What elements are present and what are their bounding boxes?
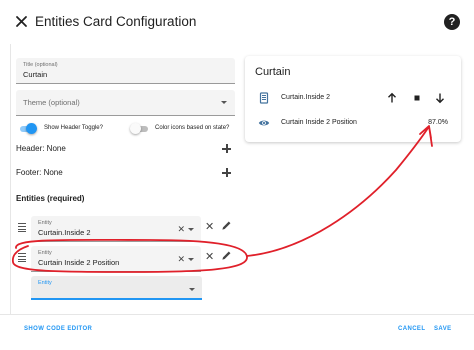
- show-header-toggle-label: Show Header Toggle?: [44, 125, 103, 131]
- new-entity-label: Entity: [38, 280, 52, 286]
- new-entity-picker[interactable]: Entity: [31, 276, 202, 300]
- color-icons-toggle[interactable]: [130, 123, 149, 134]
- add-footer-icon[interactable]: [222, 168, 231, 177]
- window-shutter-icon: [259, 92, 269, 104]
- dialog-title: Entities Card Configuration: [35, 14, 197, 29]
- pencil-icon[interactable]: [221, 220, 232, 231]
- help-circle-icon[interactable]: ?: [444, 14, 460, 30]
- header-label: Header: None: [16, 144, 66, 153]
- arrow-down-icon[interactable]: [434, 92, 446, 104]
- dialog: Entities Card Configuration ? Title (opt…: [0, 0, 474, 350]
- cancel-button[interactable]: CANCEL: [398, 326, 425, 332]
- entity-field[interactable]: Entity Curtain.Inside 2 ✕: [31, 216, 201, 242]
- footer-divider: [0, 314, 474, 315]
- remove-entity-icon[interactable]: ✕: [205, 250, 214, 263]
- chevron-down-icon: [188, 258, 194, 261]
- left-divider: [10, 44, 11, 314]
- preview-card: Curtain Curtain.Inside 2 Curtain Inside …: [245, 56, 461, 142]
- chevron-down-icon: [221, 101, 227, 104]
- close-icon[interactable]: [12, 12, 32, 32]
- preview-row-state: 87.0%: [428, 119, 448, 126]
- arrow-up-icon[interactable]: [386, 92, 398, 104]
- dialog-header: Entities Card Configuration ?: [0, 0, 474, 44]
- toggle-knob: [130, 123, 141, 134]
- pencil-icon[interactable]: [221, 250, 232, 261]
- entity-field-value: Curtain Inside 2 Position: [38, 258, 120, 267]
- chevron-down-icon: [189, 288, 195, 291]
- show-code-editor-button[interactable]: SHOW CODE EDITOR: [24, 326, 92, 332]
- chevron-down-icon: [188, 228, 194, 231]
- entity-field[interactable]: Entity Curtain Inside 2 Position ✕: [31, 246, 201, 272]
- preview-row-name: Curtain.Inside 2: [281, 94, 331, 101]
- clear-icon[interactable]: ✕: [177, 254, 185, 265]
- stop-icon[interactable]: [411, 92, 423, 104]
- add-header-icon[interactable]: [222, 144, 231, 153]
- theme-select-placeholder: Theme (optional): [23, 98, 80, 107]
- entities-title: Entities (required): [16, 194, 85, 203]
- title-field[interactable]: Title (optional) Curtain: [16, 58, 235, 84]
- toggle-knob: [26, 123, 37, 134]
- entity-field-label: Entity: [38, 250, 52, 256]
- drag-handle-icon[interactable]: [18, 253, 26, 263]
- save-button[interactable]: SAVE: [434, 326, 452, 332]
- show-header-toggle[interactable]: [18, 123, 37, 134]
- theme-select[interactable]: Theme (optional): [16, 90, 235, 116]
- entity-field-label: Entity: [38, 220, 52, 226]
- footer-label: Footer: None: [16, 168, 63, 177]
- title-field-label: Title (optional): [23, 62, 58, 68]
- clear-icon[interactable]: ✕: [177, 224, 185, 235]
- color-icons-toggle-label: Color icons based on state?: [155, 125, 230, 131]
- drag-handle-icon[interactable]: [18, 223, 26, 233]
- entity-field-value: Curtain.Inside 2: [38, 228, 91, 237]
- title-field-value: Curtain: [23, 70, 48, 79]
- eye-icon: [258, 120, 270, 126]
- remove-entity-icon[interactable]: ✕: [205, 220, 214, 233]
- preview-row-name: Curtain Inside 2 Position: [281, 119, 357, 126]
- preview-card-title: Curtain: [255, 66, 291, 78]
- annotation-arrow-line: [246, 127, 429, 257]
